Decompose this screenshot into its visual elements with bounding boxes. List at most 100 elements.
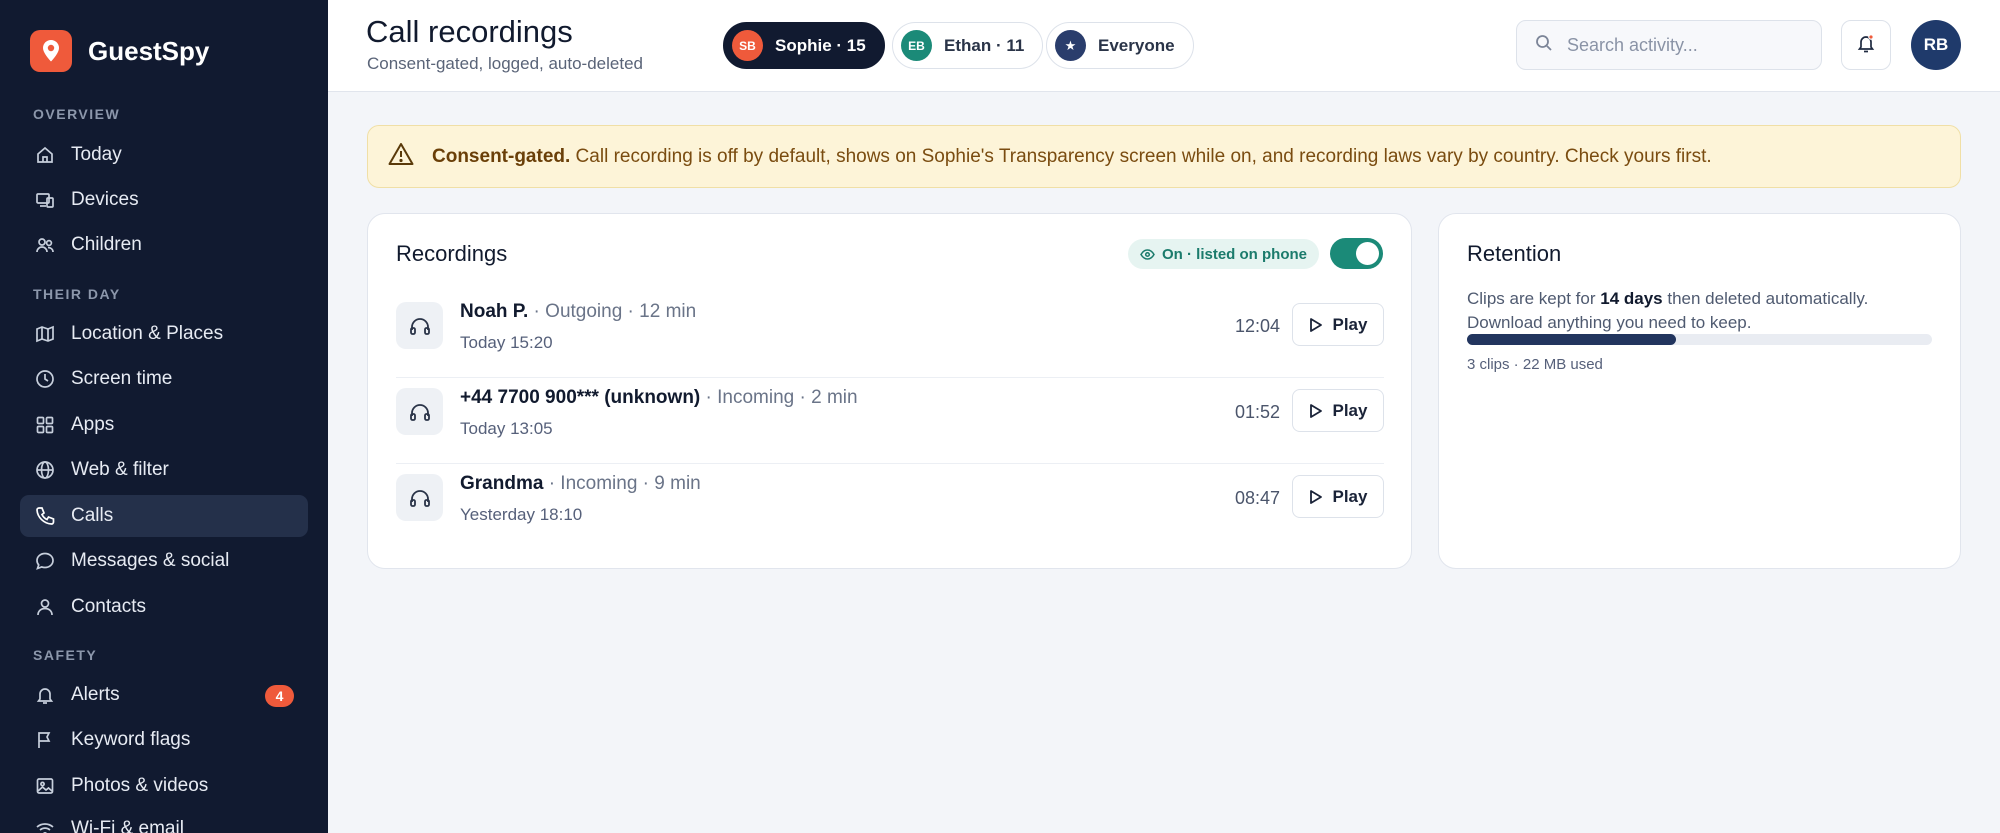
play-icon bbox=[1309, 317, 1322, 332]
play-icon bbox=[1309, 489, 1322, 504]
recording-row[interactable]: Grandma · Incoming · 9 min Yesterday 18:… bbox=[396, 464, 1384, 550]
recording-status-text: On · listed on phone bbox=[1162, 245, 1307, 263]
play-button[interactable]: Play bbox=[1292, 475, 1384, 518]
page-subtitle: Consent-gated, logged, auto-deleted bbox=[367, 54, 643, 73]
storage-usage-bar bbox=[1467, 334, 1932, 345]
recordings-card: Recordings On · listed on phone Noah P. … bbox=[367, 213, 1412, 569]
section-safety: SAFETY bbox=[33, 647, 98, 663]
profile-chip-sophie[interactable]: SB Sophie · 15 bbox=[723, 22, 885, 69]
banner-body-text: Call recording is off by default, shows … bbox=[570, 145, 1712, 167]
image-icon bbox=[34, 775, 56, 797]
sidebar-item-label: Apps bbox=[71, 414, 115, 435]
location-pin-logo-icon bbox=[30, 30, 72, 72]
notifications-button[interactable] bbox=[1841, 20, 1891, 70]
sidebar-item-keyword-flags[interactable]: Keyword flags bbox=[20, 719, 308, 761]
sidebar-item-today[interactable]: Today bbox=[20, 134, 308, 176]
recording-title: Noah P. · Outgoing · 12 min bbox=[460, 301, 696, 323]
sidebar-item-label: Photos & videos bbox=[71, 775, 209, 796]
banner-text: Consent-gated. Call recording is off by … bbox=[432, 146, 1712, 168]
caller-name: Grandma bbox=[460, 473, 544, 494]
sidebar-item-label: Keyword flags bbox=[71, 729, 191, 750]
grid-icon bbox=[34, 414, 56, 436]
recording-time: Today 15:20 bbox=[460, 333, 553, 352]
sidebar-item-label: Web & filter bbox=[71, 459, 169, 480]
recording-row[interactable]: +44 7700 900*** (unknown) · Incoming · 2… bbox=[396, 378, 1384, 464]
sidebar: GuestSpy OVERVIEW Today Devices Children… bbox=[0, 0, 328, 833]
profile-chip-label: Ethan · 11 bbox=[944, 35, 1025, 55]
consent-warning-banner: Consent-gated. Call recording is off by … bbox=[367, 125, 1961, 188]
sidebar-item-devices[interactable]: Devices bbox=[20, 179, 308, 221]
brand-name: GuestSpy bbox=[88, 35, 210, 66]
sidebar-item-label: Location & Places bbox=[71, 323, 224, 344]
headphones-icon bbox=[396, 388, 443, 435]
recording-title: +44 7700 900*** (unknown) · Incoming · 2… bbox=[460, 387, 858, 409]
recording-duration: 01:52 bbox=[1234, 402, 1280, 422]
sidebar-item-photos[interactable]: Photos & videos bbox=[20, 765, 308, 807]
sidebar-item-messages[interactable]: Messages & social bbox=[20, 540, 308, 582]
sidebar-item-label: Messages & social bbox=[71, 550, 230, 571]
call-meta: · Outgoing · 12 min bbox=[528, 301, 697, 322]
section-their-day: THEIR DAY bbox=[33, 286, 121, 302]
play-icon bbox=[1309, 403, 1322, 418]
users-icon bbox=[34, 234, 56, 256]
play-button[interactable]: Play bbox=[1292, 303, 1384, 346]
user-avatar[interactable]: RB bbox=[1911, 20, 1961, 70]
sidebar-item-label: Wi-Fi & email bbox=[71, 818, 184, 833]
globe-icon bbox=[34, 459, 56, 481]
sidebar-item-apps[interactable]: Apps bbox=[20, 404, 308, 446]
retention-title: Retention bbox=[1467, 241, 1562, 266]
map-icon bbox=[34, 323, 56, 345]
recording-title: Grandma · Incoming · 9 min bbox=[460, 473, 701, 495]
sidebar-item-calls[interactable]: Calls bbox=[20, 495, 308, 537]
sidebar-item-location[interactable]: Location & Places bbox=[20, 313, 308, 355]
recording-toggle[interactable] bbox=[1330, 238, 1383, 269]
profile-chip-label: Sophie · 15 bbox=[775, 35, 866, 55]
section-overview: OVERVIEW bbox=[33, 106, 121, 122]
recording-time: Yesterday 18:10 bbox=[460, 505, 583, 524]
sidebar-item-web-filter[interactable]: Web & filter bbox=[20, 449, 308, 491]
headphones-icon bbox=[396, 474, 443, 521]
notification-bell-icon bbox=[1855, 32, 1877, 59]
home-icon bbox=[34, 144, 56, 166]
recording-duration: 08:47 bbox=[1234, 488, 1280, 508]
search-box[interactable] bbox=[1516, 20, 1822, 70]
user-icon bbox=[34, 596, 56, 618]
retention-card: Retention Clips are kept for 14 days the… bbox=[1438, 213, 1961, 569]
sidebar-item-label: Calls bbox=[71, 505, 114, 526]
sidebar-item-label: Contacts bbox=[71, 596, 146, 617]
play-button-label: Play bbox=[1332, 314, 1368, 334]
profile-chip-everyone[interactable]: ★ Everyone bbox=[1046, 22, 1194, 69]
sidebar-item-screen-time[interactable]: Screen time bbox=[20, 358, 308, 400]
sidebar-item-label: Children bbox=[71, 234, 142, 255]
message-icon bbox=[34, 550, 56, 572]
wifi-icon bbox=[34, 818, 56, 833]
sidebar-item-wifi-email[interactable]: Wi-Fi & email bbox=[20, 808, 308, 833]
sidebar-item-contacts[interactable]: Contacts bbox=[20, 586, 308, 628]
profile-avatar: EB bbox=[901, 30, 932, 61]
sidebar-item-label: Alerts bbox=[71, 684, 120, 705]
retention-text-before: Clips are kept for bbox=[1467, 289, 1601, 308]
storage-usage-fill bbox=[1467, 334, 1677, 345]
sidebar-item-label: Screen time bbox=[71, 368, 173, 389]
profile-chip-label: Everyone bbox=[1098, 35, 1175, 55]
play-button-label: Play bbox=[1332, 486, 1368, 506]
profile-chip-ethan[interactable]: EB Ethan · 11 bbox=[892, 22, 1044, 69]
search-icon bbox=[1535, 34, 1553, 57]
search-input[interactable] bbox=[1567, 34, 1807, 56]
banner-strong-text: Consent-gated. bbox=[432, 145, 571, 167]
recording-row[interactable]: Noah P. · Outgoing · 12 min Today 15:20 … bbox=[396, 292, 1384, 378]
devices-icon bbox=[34, 189, 56, 211]
brand[interactable]: GuestSpy bbox=[30, 30, 209, 72]
sidebar-item-label: Devices bbox=[71, 189, 139, 210]
sidebar-item-children[interactable]: Children bbox=[20, 224, 308, 266]
play-button[interactable]: Play bbox=[1292, 389, 1384, 432]
call-meta: · Incoming · 9 min bbox=[543, 473, 701, 494]
bell-icon bbox=[34, 684, 56, 706]
page-title: Call recordings bbox=[366, 14, 573, 49]
headphones-icon bbox=[396, 302, 443, 349]
eye-icon bbox=[1140, 248, 1155, 260]
alerts-count-badge: 4 bbox=[265, 685, 294, 707]
retention-description: Clips are kept for 14 days then deleted … bbox=[1467, 287, 1937, 335]
sidebar-item-alerts[interactable]: Alerts 4 bbox=[20, 674, 308, 716]
caller-name: Noah P. bbox=[460, 301, 529, 322]
